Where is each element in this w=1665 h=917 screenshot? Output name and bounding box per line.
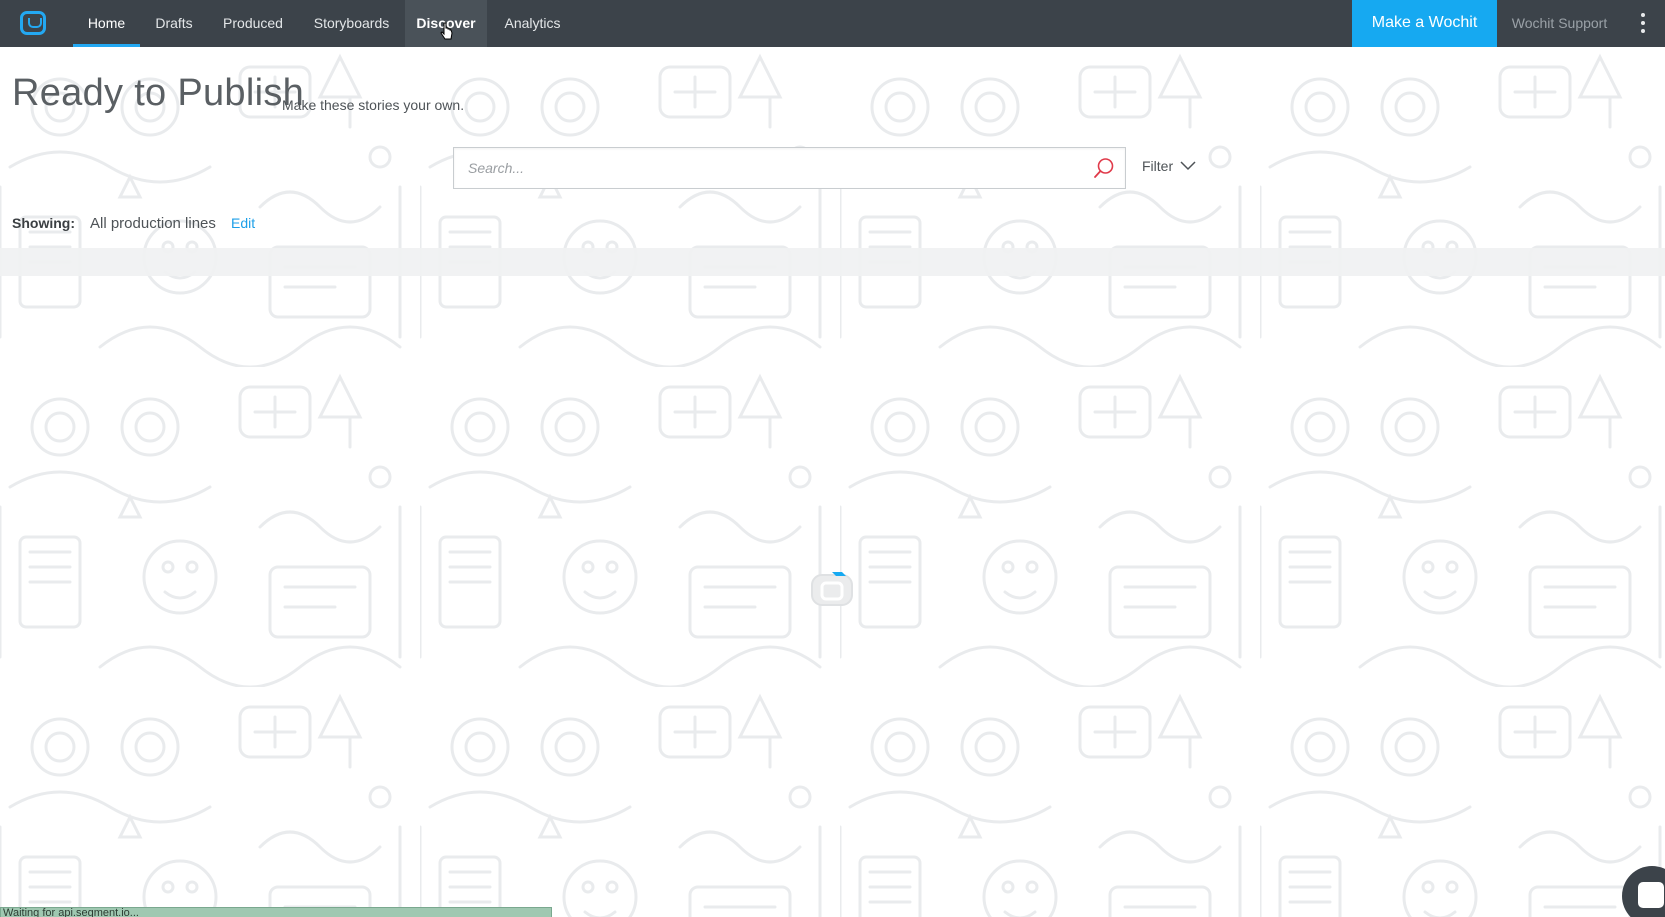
showing-value: All production lines [90,215,216,232]
edit-production-lines-link[interactable]: Edit [231,215,255,231]
nav-drafts-label: Drafts [155,15,193,31]
chat-icon [1638,882,1664,908]
nav-analytics[interactable]: Analytics [487,0,578,47]
search-icon[interactable] [1093,157,1115,179]
nav-drafts[interactable]: Drafts [140,0,208,47]
loading-spinner-icon [811,572,853,606]
mouse-cursor-icon [440,22,453,40]
browser-status-bar: Waiting for api.segment.io... [0,907,552,917]
nav-home[interactable]: Home [73,0,140,47]
showing-label: Showing: [12,215,75,231]
filter-label: Filter [1142,158,1174,174]
page-title: Ready to Publish [12,72,305,114]
kebab-menu-icon[interactable] [1640,13,1646,35]
nav-storyboards[interactable]: Storyboards [298,0,405,47]
make-a-wochit-button[interactable]: Make a Wochit [1352,0,1497,47]
search-box [453,147,1126,189]
wochit-support-link[interactable]: Wochit Support [1497,0,1622,47]
page-subtitle: Make these stories your own. [282,97,465,113]
nav-produced[interactable]: Produced [208,0,298,47]
showing-filter-row: Showing: All production lines Edit [12,215,255,232]
top-navbar: Home Drafts Produced Storyboards Discove… [0,0,1665,47]
nav-produced-label: Produced [223,15,283,31]
nav-analytics-label: Analytics [504,15,561,31]
filter-dropdown[interactable]: Filter [1142,158,1196,174]
nav-storyboards-label: Storyboards [313,15,390,31]
search-input[interactable] [454,148,1074,188]
wochit-logo-icon[interactable] [20,11,46,35]
content-divider-band [0,248,1665,276]
nav-home-label: Home [87,15,126,31]
chat-support-button[interactable] [1622,866,1665,917]
chevron-down-icon [1180,161,1196,171]
